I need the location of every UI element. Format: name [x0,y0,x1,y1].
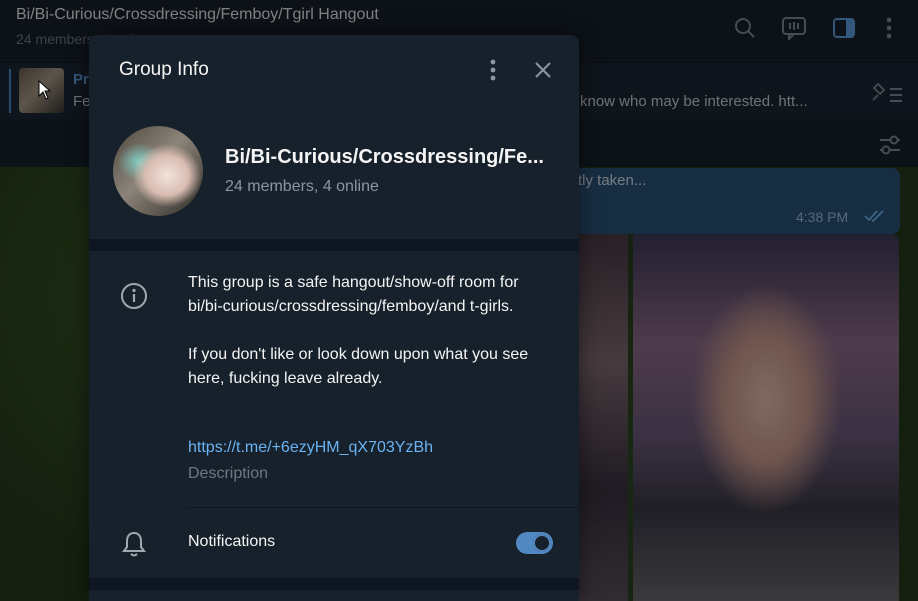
notifications-label: Notifications [188,533,276,550]
description-paragraph: If you don't like or look down upon what… [188,346,529,387]
description-paragraph: This group is a safe hangout/show-off ro… [188,274,519,315]
mouse-cursor-icon [38,79,52,105]
section-divider [89,239,579,251]
close-icon[interactable] [530,57,556,83]
info-icon [119,281,149,311]
section-divider [89,578,579,590]
panel-title: Group Info [119,59,209,80]
group-avatar[interactable] [113,126,203,216]
group-member-count: 24 members, 4 online [225,178,379,195]
group-info-panel: Group Info Bi/Bi-Curious/Crossdressing/F… [89,35,579,601]
bell-icon [119,529,149,559]
notifications-toggle[interactable] [516,532,553,554]
row-divider [188,507,579,508]
invite-link[interactable]: https://t.me/+6ezyHM_qX703YzBh [188,439,433,457]
more-vertical-icon[interactable] [483,57,503,83]
group-description: This group is a safe hangout/show-off ro… [188,271,548,415]
toggle-knob [533,534,551,552]
group-name: Bi/Bi-Curious/Crossdressing/Fe... [225,146,544,168]
description-label: Description [188,465,269,482]
